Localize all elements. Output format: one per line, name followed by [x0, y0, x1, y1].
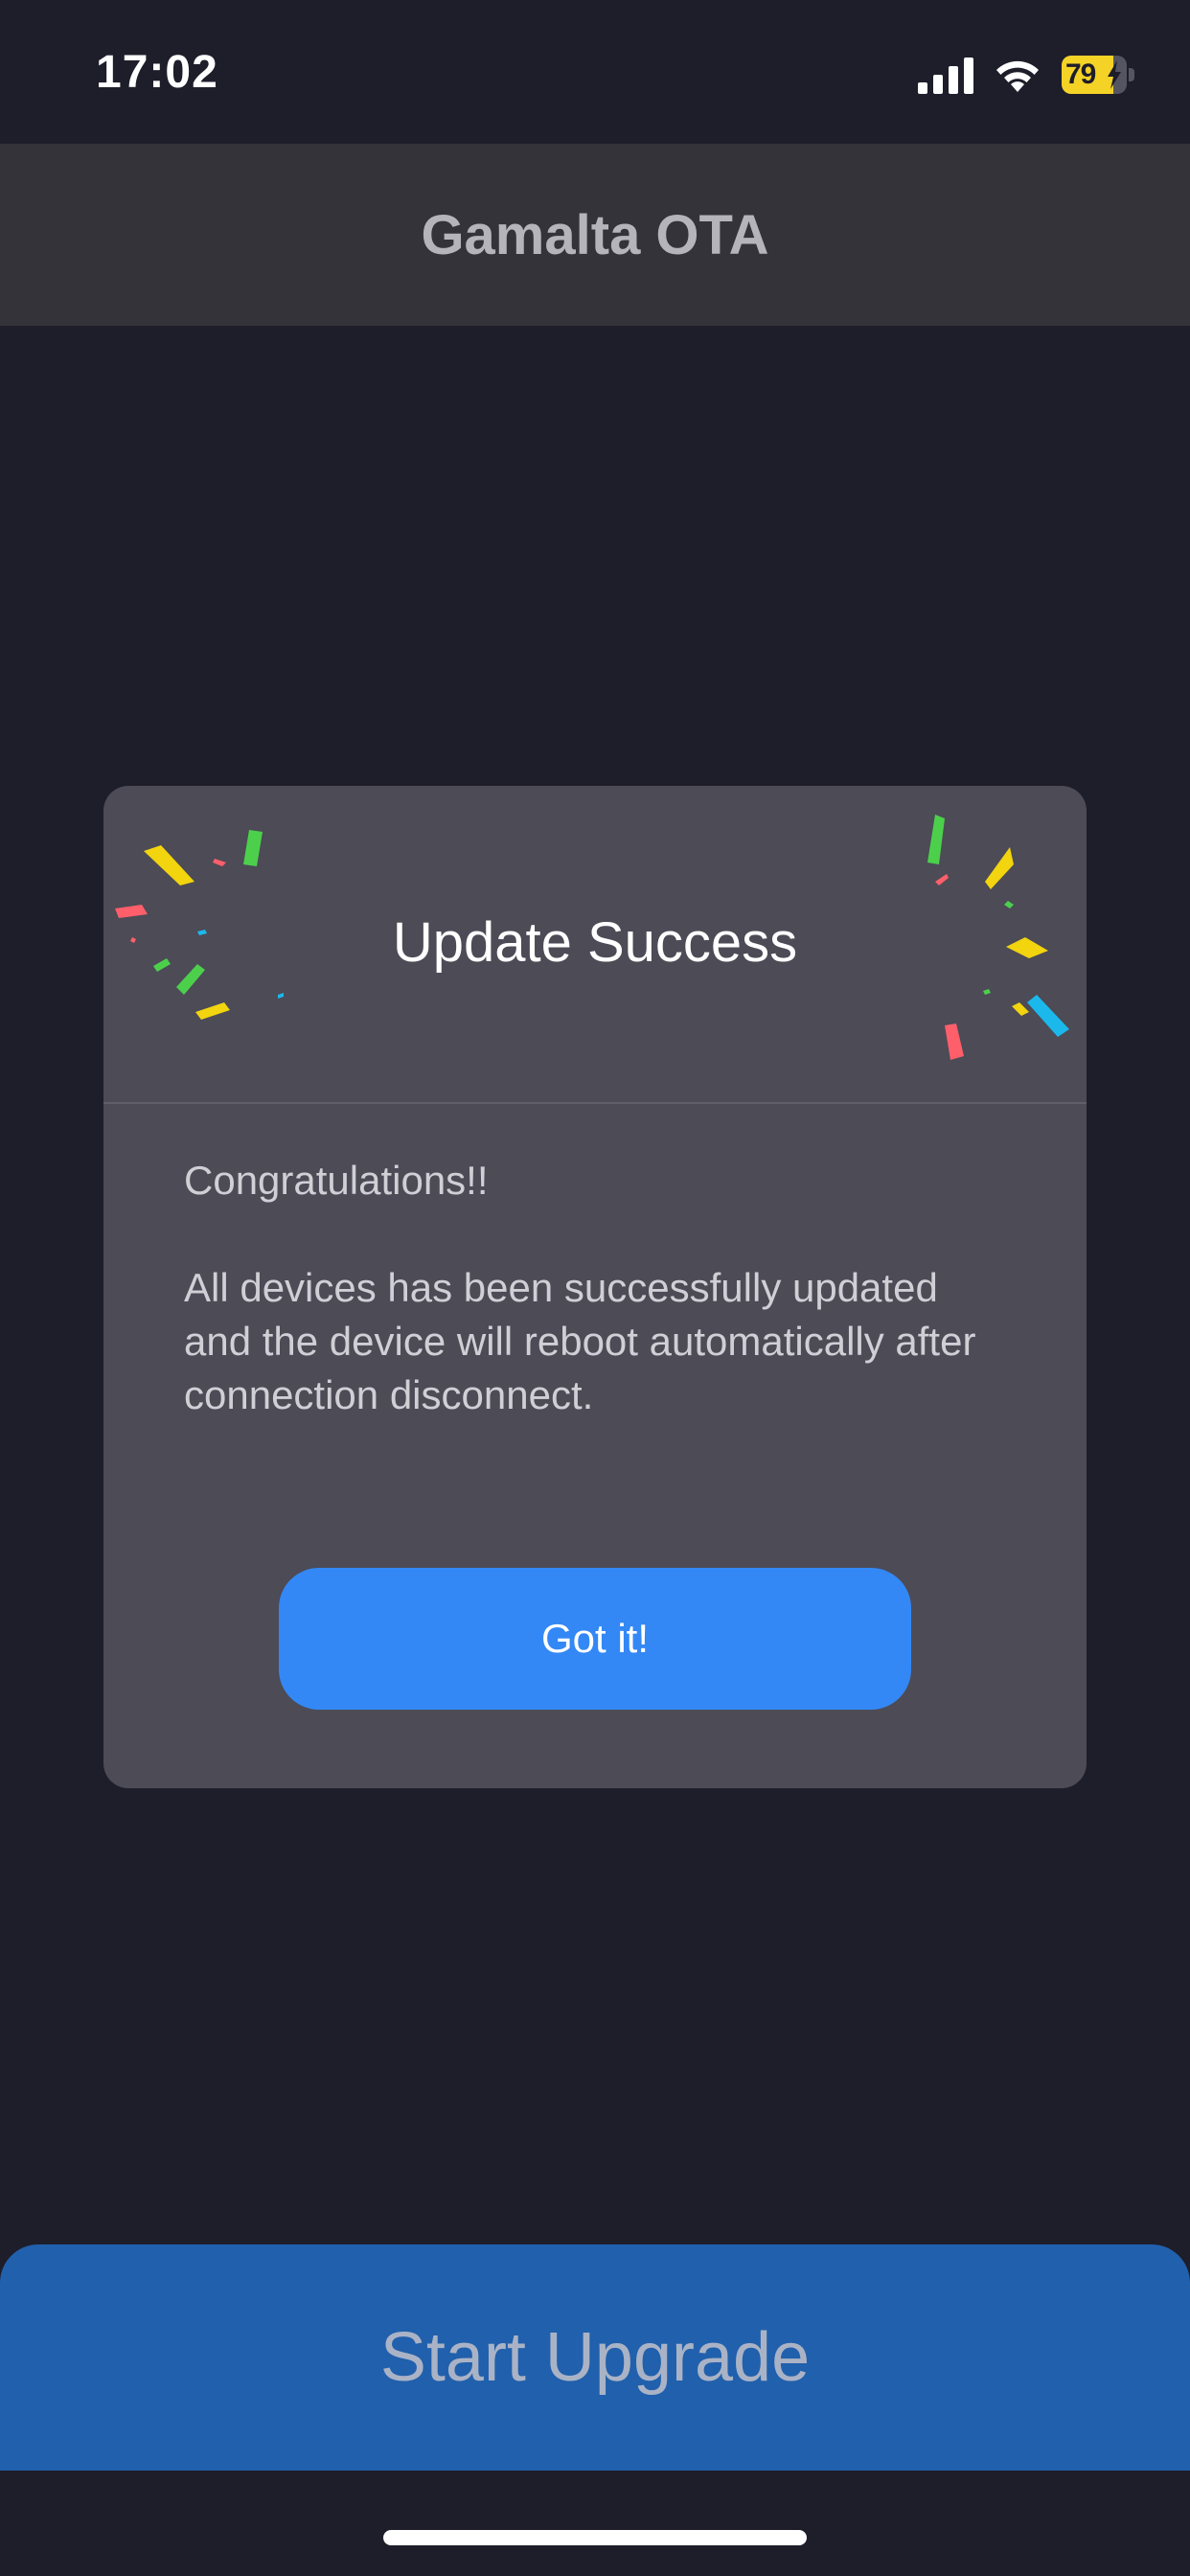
dialog-title: Update Success	[392, 911, 798, 974]
update-message-text: All devices has been successfully update…	[184, 1265, 976, 1417]
signal-icon	[918, 58, 973, 94]
home-indicator[interactable]	[383, 2530, 807, 2545]
got-it-button[interactable]: Got it!	[279, 1568, 911, 1710]
page-title: Gamalta OTA	[421, 203, 769, 266]
dialog-divider	[103, 1102, 1087, 1104]
nav-bar: Gamalta OTA	[0, 144, 1190, 326]
update-success-dialog: Update Success Congratulations!! All dev…	[103, 786, 1087, 1788]
screen: 17:02 79 Gamalta OTA Update Success Cong…	[0, 0, 1190, 2576]
status-bar: 17:02 79	[0, 0, 1190, 144]
status-indicators: 79	[918, 54, 1134, 96]
congratulations-text: Congratulations!!	[184, 1158, 489, 1203]
start-upgrade-button[interactable]: Start Upgrade	[0, 2244, 1190, 2471]
wifi-icon	[996, 60, 1039, 92]
battery-level: 79	[1065, 58, 1096, 90]
dialog-header: Update Success	[103, 786, 1087, 1102]
dialog-message: Congratulations!! All devices has been s…	[184, 1154, 1008, 1422]
charging-bolt-icon	[1108, 60, 1122, 89]
status-time: 17:02	[96, 47, 218, 98]
battery-icon: 79	[1062, 56, 1134, 94]
